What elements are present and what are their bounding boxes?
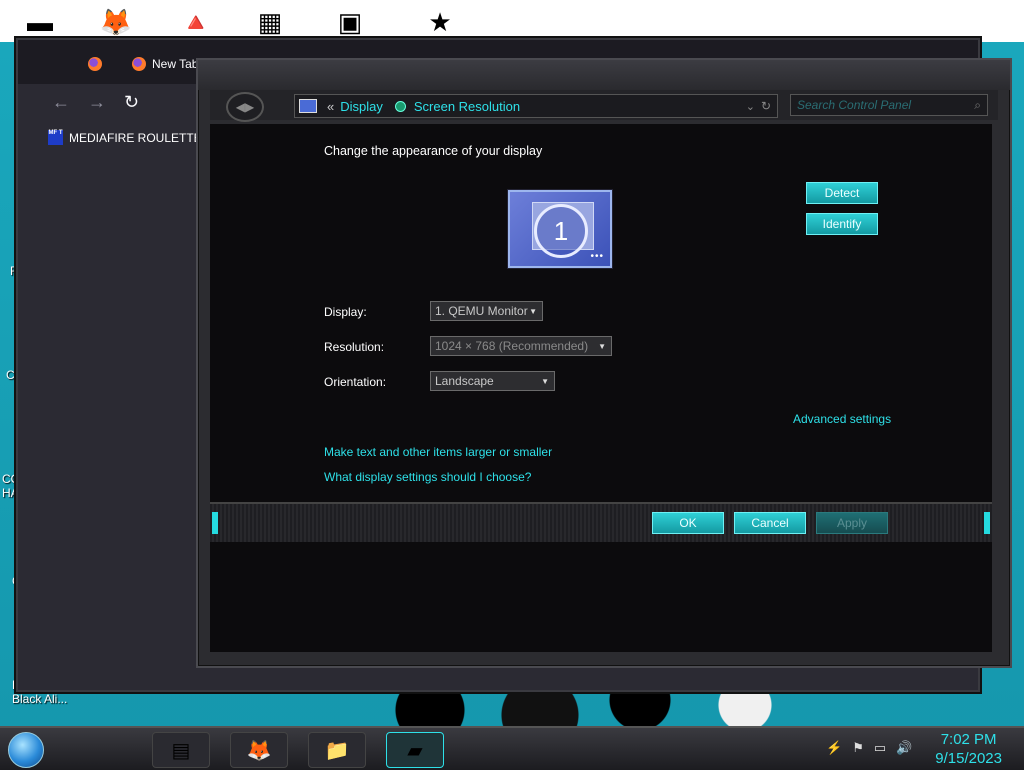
monitor-dots: •••	[590, 251, 604, 262]
orientation-label: Orientation:	[324, 375, 387, 389]
flag-icon[interactable]: ⚑	[852, 740, 864, 756]
bookmark-mediafire[interactable]: MF T MEDIAFIRE ROULETTER	[48, 130, 210, 145]
display-help-link[interactable]: What display settings should I choose?	[324, 470, 531, 484]
dialog-button-bar: OK Cancel Apply	[210, 502, 992, 544]
display-select[interactable]: 1. QEMU Monitor ▼	[430, 301, 543, 321]
search-icon[interactable]: ⌕	[974, 98, 981, 113]
display-label: Display:	[324, 305, 367, 319]
start-button[interactable]	[8, 732, 44, 768]
reload-icon[interactable]: ↻	[124, 92, 139, 113]
cancel-button[interactable]: Cancel	[734, 512, 806, 534]
lower-panel	[210, 542, 992, 652]
breadcrumb-separator-icon[interactable]	[394, 100, 406, 112]
advanced-settings-link[interactable]: Advanced settings	[793, 412, 891, 426]
monitor-number: 1	[534, 204, 588, 258]
resolution-select[interactable]: 1024 × 768 (Recommended) ▼	[430, 336, 612, 356]
content-panel: Change the appearance of your display 1 …	[210, 124, 992, 502]
breadcrumb-display[interactable]: Display	[340, 99, 383, 114]
file-explorer-icon[interactable]: 📁	[308, 732, 366, 768]
bar-cap-right	[984, 512, 990, 534]
mediafire-icon: MF T	[48, 130, 63, 145]
ok-button[interactable]: OK	[652, 512, 724, 534]
app-desktop-icon[interactable]: ▣	[330, 4, 370, 40]
chevron-down-icon: ▼	[541, 376, 549, 386]
desktop-icon-strip: ▬ 🦊 🔺 ▦ ▣ ★	[0, 0, 1024, 42]
back-arrow-icon[interactable]: ←	[52, 92, 70, 113]
firefox-pinned-tab[interactable]	[88, 50, 102, 78]
bar-cap-left	[212, 512, 218, 534]
firefox-taskbar-icon[interactable]: 🦊	[230, 732, 288, 768]
chevron-down-icon[interactable]: ⌄	[746, 100, 755, 113]
clock[interactable]: 7:02 PM 9/15/2023	[935, 730, 1002, 768]
firefox-desktop-icon[interactable]: 🦊	[96, 4, 136, 40]
system-tray: ⚡ ⚑ ▭ 🔊	[826, 740, 912, 756]
notes-app-icon[interactable]: ▤	[152, 732, 210, 768]
breadcrumb-prefix: «	[327, 98, 335, 114]
tab-label: New Tab	[152, 57, 199, 71]
display-value: 1. QEMU Monitor	[435, 304, 528, 318]
clock-time: 7:02 PM	[940, 731, 997, 748]
chevron-down-icon: ▼	[529, 306, 537, 316]
orientation-value: Landscape	[435, 374, 494, 388]
apply-button[interactable]: Apply	[816, 512, 888, 534]
firefox-tab-new-tab[interactable]: New Tab	[132, 50, 198, 78]
character-desktop-icon[interactable]: ★	[420, 4, 460, 40]
resolution-label: Resolution:	[324, 340, 385, 354]
text-size-link[interactable]: Make text and other items larger or smal…	[324, 445, 552, 459]
monitor-icon[interactable]: 1 •••	[508, 190, 612, 268]
breadcrumb-screen-resolution[interactable]: Screen Resolution	[414, 99, 520, 114]
taskbar: ▤ 🦊 📁 ▰ ⚡ ⚑ ▭ 🔊 7:02 PM 9/15/2023	[0, 726, 1024, 770]
resolution-value: 1024 × 768 (Recommended)	[435, 339, 589, 353]
detect-button[interactable]: Detect	[806, 182, 878, 204]
firefox-icon	[88, 57, 102, 71]
clock-date: 9/15/2023	[935, 750, 1002, 767]
bookmark-label: MEDIAFIRE ROULETTER	[69, 130, 211, 145]
orientation-select[interactable]: Landscape ▼	[430, 371, 555, 391]
window-title-frame	[198, 60, 1010, 90]
address-bar[interactable]: « Display Screen Resolution ⌄ ↻	[294, 94, 778, 118]
vlc-desktop-icon[interactable]: 🔺	[176, 4, 216, 40]
control-panel-icon	[299, 99, 317, 113]
chevron-down-icon: ▼	[598, 341, 606, 351]
desktop-label-7[interactable]: Black Ali...	[12, 692, 67, 706]
hxd-desktop-icon[interactable]: ▦	[250, 4, 290, 40]
volume-icon[interactable]: 🔊	[896, 740, 912, 756]
forward-arrow-icon[interactable]: →	[88, 92, 106, 113]
refresh-icon[interactable]: ↻	[761, 99, 771, 113]
identify-button[interactable]: Identify	[806, 213, 878, 235]
navigation-bar: ◀▶ « Display Screen Resolution ⌄ ↻ Searc…	[210, 90, 998, 122]
network-icon[interactable]: ▭	[874, 740, 886, 756]
firefox-icon	[132, 57, 146, 71]
search-placeholder: Search Control Panel	[797, 98, 912, 112]
search-input[interactable]: Search Control Panel ⌕	[790, 94, 988, 116]
desktop-app-icon[interactable]: ▬	[20, 4, 60, 40]
page-title: Change the appearance of your display	[324, 144, 543, 158]
back-forward-icon[interactable]: ◀▶	[226, 92, 264, 122]
display-settings-taskbar-icon[interactable]: ▰	[386, 732, 444, 768]
screen-resolution-window: ◀▶ « Display Screen Resolution ⌄ ↻ Searc…	[196, 58, 1012, 668]
notification-icon[interactable]: ⚡	[826, 740, 842, 756]
firefox-toolbar: ← → ↻	[18, 84, 196, 118]
